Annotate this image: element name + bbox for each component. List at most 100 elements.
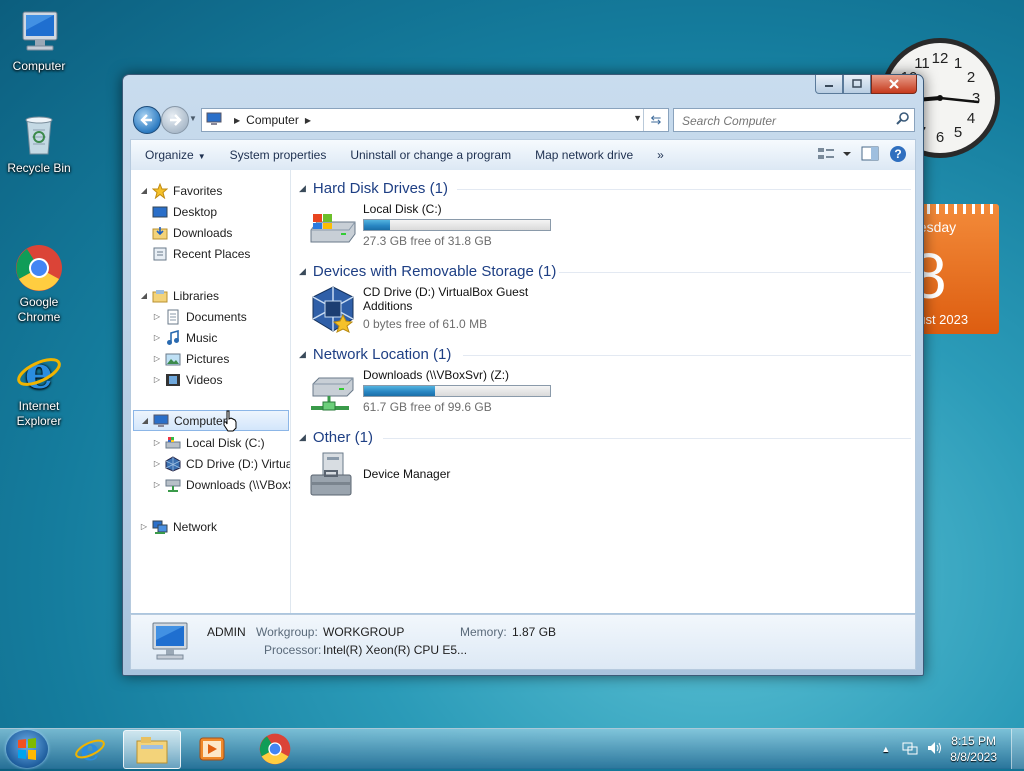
desktop-icon-computer[interactable]: Computer [0,8,78,74]
collapse-arrow-icon[interactable]: ◢ [299,432,306,443]
system-properties-button[interactable]: System properties [216,148,337,162]
drive-free-space: 27.3 GB free of 31.8 GB [363,234,492,248]
disk-usage-bar [363,219,551,231]
nav-computer[interactable]: ◢ Computer [133,410,289,431]
refresh-button[interactable]: ⇆ [643,109,668,131]
collapse-arrow-icon[interactable]: ◢ [299,349,306,360]
recent-pages-dropdown[interactable]: ▼ [189,114,197,123]
drive-cd[interactable]: CD Drive (D:) VirtualBox Guest Additions… [309,285,569,333]
taskbar-google-chrome[interactable] [247,730,303,767]
group-header-network-location[interactable]: ◢ Network Location (1) [299,346,451,363]
nav-documents[interactable]: ▷ Documents [152,306,247,327]
nav-cd-drive[interactable]: ▷ CD Drive (D:) Virtual [152,453,290,474]
nav-favorites[interactable]: ◢ Favorites [139,180,222,201]
breadcrumb-separator[interactable]: ▶ [305,116,311,125]
nav-downloads-network[interactable]: ▷ Downloads (\\VBoxS [152,474,290,495]
nav-libraries[interactable]: ◢ Libraries [139,285,219,306]
main-pane: ◢ Hard Disk Drives (1) Local Disk (C:) 2… [291,170,915,613]
address-bar[interactable]: ▶ Computer ▶ ▼ ⇆ [201,108,669,132]
nav-network[interactable]: ▷ Network [139,516,217,537]
drive-network-downloads[interactable]: Downloads (\\VBoxSvr) (Z:) 61.7 GB free … [309,368,569,416]
maximize-button[interactable] [843,75,871,94]
expand-arrow-icon[interactable]: ▷ [152,375,162,384]
disk-usage-bar [363,385,551,397]
help-button[interactable]: ? [889,145,907,166]
search-input[interactable] [680,111,884,131]
taskbar-date: 8/8/2023 [950,750,997,764]
collapse-arrow-icon[interactable]: ◢ [299,266,306,277]
processor-label: Processor: [264,643,322,657]
nav-local-disk[interactable]: ▷ Local Disk (C:) [152,432,265,453]
network-tray-icon[interactable] [902,740,918,759]
expand-arrow-icon[interactable]: ▷ [152,312,162,321]
expand-arrow-icon[interactable]: ▷ [139,522,149,531]
chrome-icon [259,733,291,764]
desktop-icon-label: Computer [12,59,66,73]
group-header-removable-storage[interactable]: ◢ Devices with Removable Storage (1) [299,263,556,280]
search-icon[interactable] [896,111,910,128]
clock-numeral: 11 [914,55,930,72]
nav-videos[interactable]: ▷ Videos [152,369,223,390]
minimize-button[interactable] [815,75,843,94]
collapse-arrow-icon[interactable]: ◢ [299,183,306,194]
desktop-icon-internet-explorer[interactable]: e Internet Explorer [0,318,78,429]
address-dropdown[interactable]: ▼ [633,113,642,123]
nav-desktop[interactable]: Desktop [152,201,217,222]
desktop-icon-google-chrome[interactable]: Google Chrome [0,214,78,325]
expand-arrow-icon[interactable]: ▷ [152,480,162,489]
clock-numeral: 4 [967,110,975,127]
drive-local-disk[interactable]: Local Disk (C:) 27.3 GB free of 31.8 GB [309,202,569,250]
start-button[interactable] [6,730,48,768]
group-header-hard-disk-drives[interactable]: ◢ Hard Disk Drives (1) [299,180,448,197]
collapse-arrow-icon[interactable]: ◢ [139,186,149,195]
nav-recent-places[interactable]: Recent Places [152,243,250,264]
expand-arrow-icon[interactable]: ▷ [152,459,162,468]
computer-icon [153,413,169,429]
explorer-window: ▼ ▶ Computer ▶ ▼ ⇆ Organize▼ System prop… [122,74,924,676]
collapse-arrow-icon[interactable]: ◢ [139,291,149,300]
nav-downloads[interactable]: Downloads [152,222,232,243]
nav-pictures[interactable]: ▷ Pictures [152,348,229,369]
preview-pane-button[interactable] [861,146,879,165]
uninstall-program-button[interactable]: Uninstall or change a program [336,148,521,162]
taskbar-clock[interactable]: 8:15 PM 8/8/2023 [950,733,997,765]
downloads-folder-icon [152,225,168,241]
taskbar-time: 8:15 PM [951,734,996,748]
taskbar-internet-explorer[interactable]: e [62,730,118,767]
change-view-button[interactable] [817,146,851,165]
map-network-drive-button[interactable]: Map network drive [521,148,643,162]
expand-arrow-icon[interactable]: ▷ [152,333,162,342]
command-bar: Organize ▼ System properties Uninstall or… [130,139,916,171]
clock-numeral: 3 [972,90,980,107]
taskbar-media-player[interactable] [184,730,240,767]
breadcrumb-computer[interactable]: Computer [246,113,299,127]
show-hidden-icons-button[interactable]: ▲ [881,744,890,754]
back-button[interactable] [133,106,161,134]
collapse-arrow-icon[interactable]: ◢ [140,416,150,425]
videos-icon [165,372,181,388]
folder-icon [136,736,168,763]
volume-icon[interactable] [926,740,942,759]
search-box [673,108,915,132]
nav-music[interactable]: ▷ Music [152,327,217,348]
svg-text:?: ? [894,147,901,161]
workgroup-value: WORKGROUP [323,625,405,639]
forward-button[interactable] [161,106,189,134]
device-manager-label: Device Manager [363,467,451,481]
organize-button[interactable]: Organize ▼ [131,148,216,162]
expand-arrow-icon[interactable]: ▷ [152,438,162,447]
device-manager-item[interactable]: Device Manager [309,451,509,499]
hard-disk-icon [309,202,357,250]
group-header-other[interactable]: ◢ Other (1) [299,429,373,446]
show-desktop-button[interactable] [1011,729,1024,769]
desktop-icon-recycle-bin[interactable]: Recycle Bin [0,110,78,176]
close-button[interactable] [871,75,917,94]
taskbar-windows-explorer[interactable] [123,730,181,769]
breadcrumb-separator[interactable]: ▶ [234,116,240,125]
music-icon [165,329,181,346]
more-commands-button[interactable]: » [643,148,674,162]
expand-arrow-icon[interactable]: ▷ [152,354,162,363]
libraries-icon [152,288,168,304]
view-icon [818,148,851,159]
drive-name: Downloads (\\VBoxSvr) (Z:) [363,368,510,382]
